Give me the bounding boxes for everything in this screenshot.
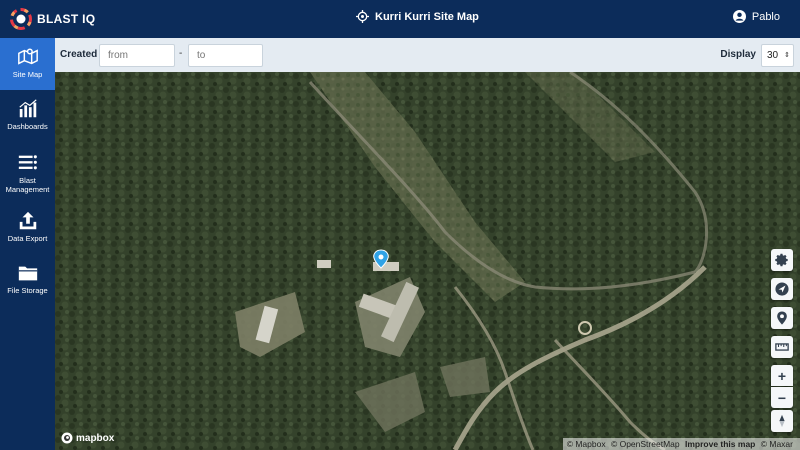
- satellite-imagery: [55, 72, 800, 450]
- sidebar-item-site-map[interactable]: Site Map: [0, 38, 55, 90]
- zoom-out-control[interactable]: −: [771, 387, 793, 408]
- improve-map-link[interactable]: Improve this map: [685, 439, 755, 449]
- user-icon: [732, 10, 746, 23]
- bar-chart-icon: [18, 99, 37, 118]
- top-bar: BLAST IQ Kurri Kurri Site Map Pablo: [0, 0, 800, 38]
- folder-icon: [18, 266, 37, 281]
- location-pin-icon: [777, 311, 787, 325]
- created-label: Created: [60, 49, 98, 60]
- compass-control[interactable]: [771, 410, 793, 432]
- to-date-input[interactable]: [188, 44, 263, 67]
- user-menu[interactable]: Pablo: [732, 10, 780, 23]
- zoom-in-control[interactable]: +: [771, 365, 793, 386]
- sidebar-item-label: File Storage: [7, 286, 48, 295]
- measure-control[interactable]: [771, 336, 793, 358]
- map-attribution: © Mapbox © OpenStreetMap Improve this ma…: [562, 438, 800, 450]
- upload-icon: [19, 211, 36, 230]
- compass-arrow-icon: [775, 282, 789, 296]
- ruler-icon: [775, 343, 789, 351]
- sidebar-item-label: Site Map: [12, 70, 43, 79]
- site-title: Kurri Kurri Site Map: [356, 10, 479, 23]
- mapbox-logo-text: mapbox: [76, 432, 115, 444]
- display-count-value: 30: [767, 50, 779, 61]
- filter-bar: Created - Display 30 ⇕: [55, 38, 800, 72]
- site-title-text: Kurri Kurri Site Map: [375, 10, 479, 23]
- sidebar-item-label: Dashboards: [7, 122, 48, 131]
- crosshair-icon: [356, 10, 369, 23]
- attribution-mapbox-link[interactable]: © Mapbox: [567, 439, 606, 449]
- logo-icon: [10, 8, 32, 30]
- settings-control[interactable]: [771, 249, 793, 271]
- navigate-control[interactable]: [771, 278, 793, 300]
- map-icon: [17, 48, 38, 65]
- display-label: Display: [720, 49, 756, 60]
- logo-text: BLAST IQ: [37, 12, 96, 26]
- sidebar: Site Map Dashboards Blast Management Dat…: [0, 38, 55, 450]
- attribution-osm-link[interactable]: © OpenStreetMap: [611, 439, 680, 449]
- north-arrow-icon: [779, 414, 785, 428]
- user-name: Pablo: [751, 10, 780, 23]
- mapbox-logo[interactable]: mapbox: [61, 432, 114, 444]
- sidebar-item-label: Blast Management: [5, 176, 50, 194]
- sidebar-item-label: Data Export: [7, 234, 48, 243]
- sidebar-item-file-storage[interactable]: File Storage: [0, 254, 55, 306]
- map-view[interactable]: + − mapbox © Mapbox © OpenStreetMap Impr…: [55, 72, 800, 450]
- display-count-select[interactable]: 30 ⇕: [761, 44, 794, 67]
- list-icon: [18, 155, 37, 170]
- location-control[interactable]: [771, 307, 793, 329]
- sidebar-item-blast-management[interactable]: Blast Management: [0, 144, 55, 202]
- sidebar-item-dashboards[interactable]: Dashboards: [0, 90, 55, 142]
- gear-icon: [775, 253, 788, 267]
- from-date-input[interactable]: [99, 44, 175, 67]
- date-separator: -: [179, 48, 183, 59]
- sidebar-item-data-export[interactable]: Data Export: [0, 202, 55, 254]
- chevron-up-down-icon: ⇕: [784, 52, 790, 59]
- attribution-maxar-link[interactable]: © Maxar: [761, 439, 793, 449]
- blastiq-logo[interactable]: BLAST IQ: [10, 8, 95, 30]
- mapbox-logo-icon: [61, 432, 73, 444]
